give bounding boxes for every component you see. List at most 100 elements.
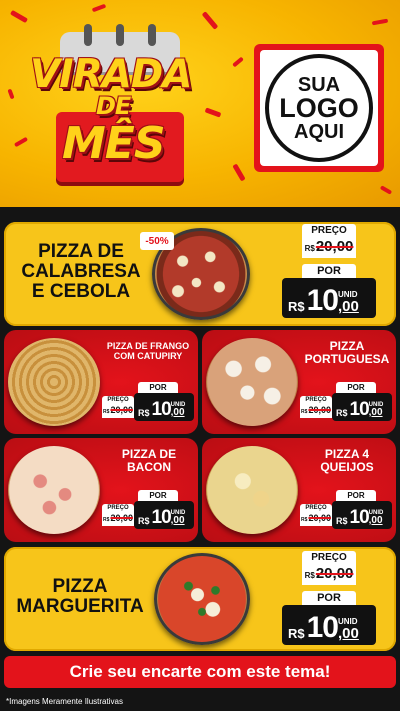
logo-text-sua: SUA bbox=[297, 73, 341, 96]
new-price: R$ 10 UNID ,00 bbox=[282, 278, 376, 318]
pizza-image bbox=[206, 446, 298, 534]
confetti bbox=[371, 18, 389, 26]
currency-symbol: R$ bbox=[301, 409, 308, 415]
confetti bbox=[232, 163, 246, 182]
new-price: R$ 10 UNID ,00 bbox=[134, 501, 194, 529]
old-price-value: 20,00 bbox=[308, 513, 331, 523]
price-suffix: UNID ,00 bbox=[369, 402, 384, 418]
price-label-preco: PREÇO bbox=[102, 396, 134, 405]
product-card-4-queijos: PIZZA 4 QUEIJOS POR PREÇO R$ 20,00 R$ 10… bbox=[202, 438, 396, 542]
logo-circle: SUA LOGO AQUI bbox=[265, 54, 373, 162]
new-price-integer: 10 bbox=[349, 506, 370, 528]
product-name-line: PIZZA DE bbox=[38, 241, 124, 262]
new-price-decimal: ,00 bbox=[170, 407, 185, 418]
product-name: PIZZA DE FRANGO COM CATUPIRY bbox=[100, 341, 196, 362]
title-virada: VIRADA bbox=[30, 52, 192, 97]
new-price: R$ 10 UNID ,00 bbox=[332, 393, 392, 421]
price-suffix: UNID ,00 bbox=[338, 618, 359, 642]
price-suffix: UNID ,00 bbox=[338, 291, 359, 315]
cta-banner[interactable]: Crie seu encarte com este tema! bbox=[4, 656, 396, 688]
product-card-portuguesa: PIZZA PORTUGUESA POR PREÇO R$ 20,00 R$ 1… bbox=[202, 330, 396, 434]
old-price-value: 20,00 bbox=[308, 405, 331, 415]
price-label-por: POR bbox=[302, 264, 356, 278]
product-name-line: E CEBOLA bbox=[31, 280, 131, 302]
product-card-calabresa: PIZZA DE CALABRESA E CEBOLA -50% PREÇO R… bbox=[4, 222, 396, 326]
confetti bbox=[7, 88, 15, 100]
product-name-line: MARGUERITA bbox=[16, 595, 144, 617]
pizza-image bbox=[8, 446, 100, 534]
calendar-ring bbox=[84, 24, 92, 46]
calendar-ring bbox=[148, 24, 156, 46]
price-label-por: POR bbox=[138, 382, 178, 393]
product-name: PIZZA PORTUGUESA bbox=[300, 339, 394, 367]
product-name: PIZZA DE CALABRESA E CEBOLA bbox=[12, 242, 150, 302]
price-label-por: POR bbox=[302, 591, 356, 605]
price-suffix: UNID ,00 bbox=[171, 510, 186, 526]
old-price: R$ 20,00 bbox=[300, 405, 332, 418]
old-price-value: 20,00 bbox=[315, 238, 354, 255]
old-price-value: 20,00 bbox=[110, 405, 133, 415]
new-price-decimal: ,00 bbox=[368, 515, 383, 526]
old-price: R$ 20,00 bbox=[102, 513, 134, 526]
old-price: R$ 20,00 bbox=[302, 238, 356, 258]
product-name-line: PORTUGUESA bbox=[304, 352, 390, 367]
product-card-marguerita: PIZZA MARGUERITA PREÇO R$ 20,00 POR R$ 1… bbox=[4, 547, 396, 651]
price-suffix: UNID ,00 bbox=[369, 510, 384, 526]
confetti bbox=[232, 56, 244, 68]
new-price: R$ 10 UNID ,00 bbox=[282, 605, 376, 645]
price-label-preco: PREÇO bbox=[300, 504, 332, 513]
currency-symbol: R$ bbox=[288, 299, 305, 314]
title-mes: MÊS bbox=[62, 118, 166, 169]
pizza-image bbox=[154, 553, 250, 645]
old-price: R$ 20,00 bbox=[300, 513, 332, 526]
product-name: PIZZA 4 QUEIJOS bbox=[300, 447, 394, 475]
product-name: PIZZA DE BACON bbox=[102, 447, 196, 475]
new-price: R$ 10 UNID ,00 bbox=[332, 501, 392, 529]
pizza-image bbox=[206, 338, 298, 426]
logo-text-logo: LOGO bbox=[279, 92, 359, 123]
new-price-decimal: ,00 bbox=[338, 625, 359, 642]
old-price: R$ 20,00 bbox=[102, 405, 134, 418]
currency-symbol: R$ bbox=[301, 517, 308, 523]
logo-text-aqui: AQUI bbox=[294, 120, 344, 143]
currency-symbol: R$ bbox=[138, 516, 150, 526]
new-price-integer: 10 bbox=[306, 611, 339, 644]
product-name: PIZZA MARGUERITA bbox=[14, 577, 146, 617]
new-price: R$ 10 UNID ,00 bbox=[134, 393, 194, 421]
new-price-decimal: ,00 bbox=[368, 407, 383, 418]
new-price-integer: 10 bbox=[151, 398, 172, 420]
title-de: DE bbox=[96, 92, 131, 120]
currency-symbol: R$ bbox=[288, 626, 305, 641]
header-banner: VIRADA DE MÊS SUA LOGO AQUI bbox=[0, 0, 400, 207]
currency-symbol: R$ bbox=[138, 408, 150, 418]
new-price-integer: 10 bbox=[306, 284, 339, 317]
old-price-value: 20,00 bbox=[110, 513, 133, 523]
product-card-frango: PIZZA DE FRANGO COM CATUPIRY POR PREÇO R… bbox=[4, 330, 198, 434]
product-name-line: COM CATUPIRY bbox=[113, 350, 183, 361]
discount-badge: -50% bbox=[140, 232, 174, 250]
product-name-line: QUEIJOS bbox=[320, 460, 374, 475]
price-label-por: POR bbox=[138, 490, 178, 501]
confetti bbox=[13, 136, 29, 148]
confetti bbox=[204, 107, 222, 118]
product-card-bacon: PIZZA DE BACON POR PREÇO R$ 20,00 R$ 10 … bbox=[4, 438, 198, 542]
currency-symbol: R$ bbox=[103, 517, 110, 523]
confetti bbox=[201, 11, 219, 30]
disclaimer-text: *Imagens Meramente Ilustrativas bbox=[6, 697, 123, 706]
price-label-preco: PREÇO bbox=[102, 504, 134, 513]
pizza-image bbox=[8, 338, 100, 426]
currency-symbol: R$ bbox=[304, 244, 315, 253]
currency-symbol: R$ bbox=[103, 409, 110, 415]
logo-placeholder: SUA LOGO AQUI bbox=[254, 44, 384, 172]
logo-inner: SUA LOGO AQUI bbox=[260, 50, 378, 166]
currency-symbol: R$ bbox=[336, 408, 348, 418]
product-name-line: BACON bbox=[127, 460, 171, 475]
new-price-integer: 10 bbox=[349, 398, 370, 420]
product-name-line: PIZZA bbox=[52, 576, 108, 597]
confetti bbox=[91, 3, 107, 13]
new-price-decimal: ,00 bbox=[338, 298, 359, 315]
price-label-por: POR bbox=[336, 382, 376, 393]
price-label-por: POR bbox=[336, 490, 376, 501]
price-label-preco: PREÇO bbox=[302, 224, 356, 238]
old-price-value: 20,00 bbox=[315, 565, 354, 582]
